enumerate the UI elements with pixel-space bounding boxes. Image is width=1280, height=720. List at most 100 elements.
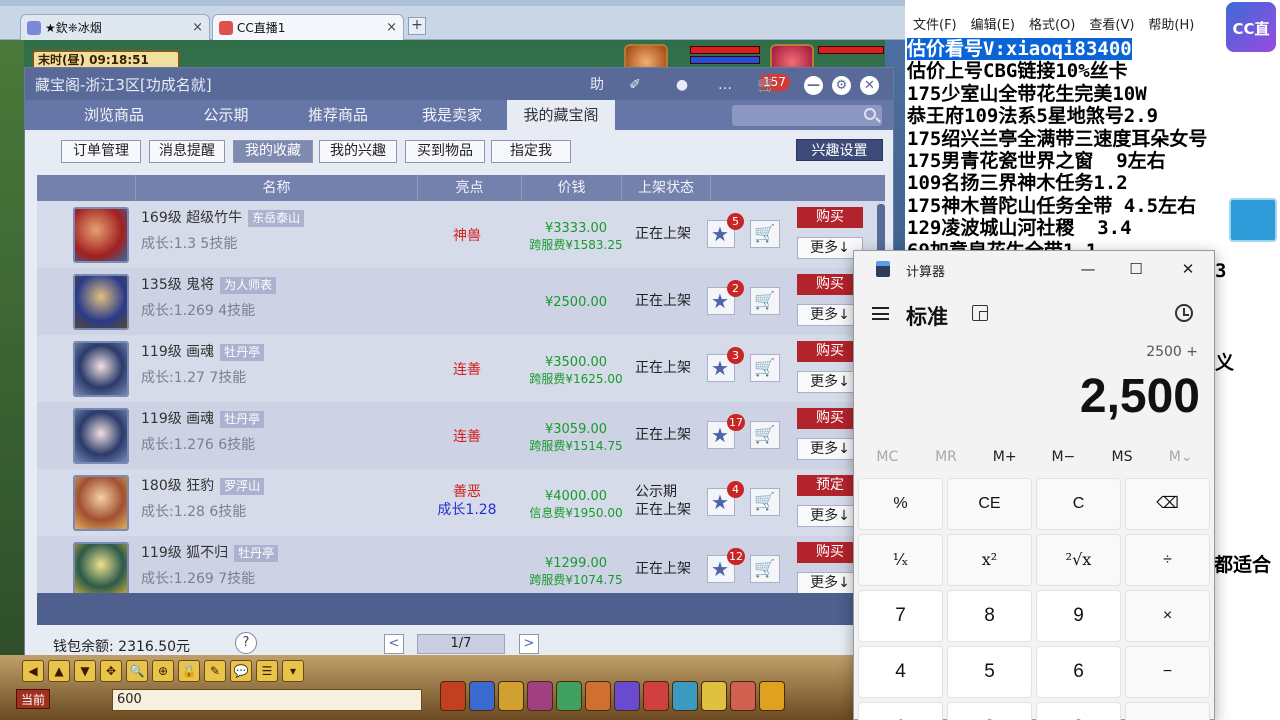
chat-input[interactable]: 600 — [112, 689, 422, 711]
prev-page-button[interactable]: < — [384, 634, 404, 654]
bag-icon[interactable] — [498, 681, 524, 711]
menu-format[interactable]: 格式(O) — [1029, 14, 1075, 36]
tab-my-cbg[interactable]: 我的藏宝阁 — [507, 100, 615, 130]
favorite-button[interactable]: ★ 2 — [707, 280, 744, 315]
favorite-button[interactable]: ★ 4 — [707, 481, 744, 516]
browser-tab-1[interactable]: ★欽❈冰烟 × — [20, 14, 210, 40]
table-row[interactable]: 180级 狂豹 罗浮山 成长:1.28 6技能 善恶 成长1.28 ¥4000.00… — [37, 469, 885, 536]
digit-1-key[interactable]: 1 — [858, 702, 943, 720]
table-row[interactable]: 169级 超级竹牛 东岳泰山 成长:1.3 5技能 神兽 ¥3333.00 跨服费¥… — [37, 201, 885, 268]
add-to-cart-icon[interactable]: 🛒 — [750, 555, 780, 583]
column-price[interactable]: 价钱 — [521, 175, 621, 201]
cart-icon[interactable]: 🛒 — [753, 75, 781, 97]
clear-entry-key[interactable]: CE — [947, 478, 1032, 530]
clear-key[interactable]: C — [1036, 478, 1121, 530]
table-row[interactable]: 119级 画魂 牡丹亭 成长:1.27 7技能 连善 ¥3500.00 跨服费¥16… — [37, 335, 885, 402]
attack-icon[interactable] — [440, 681, 466, 711]
pet-avatar[interactable] — [73, 542, 129, 593]
maximize-button[interactable]: ☐ — [1122, 257, 1150, 281]
digit-2-key[interactable]: 2 — [947, 702, 1032, 720]
pet-icon[interactable] — [527, 681, 553, 711]
subtab-bought[interactable]: 买到物品 — [405, 140, 485, 163]
add-to-cart-icon[interactable]: 🛒 — [750, 421, 780, 449]
hamburger-menu-icon[interactable] — [872, 307, 889, 320]
pet-avatar[interactable] — [73, 341, 129, 397]
keep-on-top-icon[interactable] — [972, 305, 988, 321]
edit-icon[interactable]: ✐ — [623, 75, 647, 97]
tab-public[interactable]: 公示期 — [173, 100, 279, 130]
memory-subtract-button[interactable]: M− — [1034, 449, 1093, 469]
multiply-key[interactable]: × — [1125, 590, 1210, 642]
help-button[interactable]: 助 — [585, 75, 609, 97]
down-arrow-icon[interactable]: ▼ — [74, 660, 96, 682]
team-icon[interactable] — [556, 681, 582, 711]
system-icon[interactable] — [672, 681, 698, 711]
chat-channel-button[interactable]: 当前 — [16, 689, 50, 709]
notepad-text-area[interactable]: 估价看号V:xiaoqi83400 估价上号CBG链接10%丝卡 175少室山全… — [907, 38, 1207, 262]
help-icon[interactable]: ? — [235, 632, 257, 654]
subtab-orders[interactable]: 订单管理 — [61, 140, 141, 163]
favorite-button[interactable]: ★ 3 — [707, 347, 744, 382]
reciprocal-key[interactable]: ¹⁄ₓ — [858, 534, 943, 586]
scrollbar-thumb[interactable] — [877, 204, 885, 256]
divide-key[interactable]: ÷ — [1125, 534, 1210, 586]
add-to-cart-icon[interactable]: 🛒 — [750, 354, 780, 382]
menu-edit[interactable]: 编辑(E) — [971, 14, 1015, 36]
tab-seller[interactable]: 我是卖家 — [397, 100, 507, 130]
history-icon[interactable] — [1175, 304, 1193, 322]
pet-avatar[interactable] — [73, 475, 129, 531]
item-icon[interactable] — [469, 681, 495, 711]
table-row[interactable]: 119级 画魂 牡丹亭 成长:1.276 6技能 连善 ¥3059.00 跨服费¥1… — [37, 402, 885, 469]
list-icon[interactable]: ☰ — [256, 660, 278, 682]
memory-clear-button[interactable]: MC — [858, 449, 917, 469]
left-arrow-icon[interactable]: ◀ — [22, 660, 44, 682]
close-button[interactable]: ✕ — [860, 76, 879, 95]
up-arrow-icon[interactable]: ▲ — [48, 660, 70, 682]
column-status[interactable]: 上架状态 — [621, 175, 711, 201]
column-name[interactable]: 名称 — [135, 175, 417, 201]
digit-6-key[interactable]: 6 — [1036, 646, 1121, 698]
minimize-button[interactable]: — — [1074, 257, 1102, 281]
friend-icon[interactable] — [643, 681, 669, 711]
digit-9-key[interactable]: 9 — [1036, 590, 1121, 642]
new-tab-button[interactable]: + — [408, 17, 426, 35]
menu-file[interactable]: 文件(F) — [913, 14, 957, 36]
memory-store-button[interactable]: MS — [1093, 449, 1152, 469]
next-page-button[interactable]: > — [519, 634, 539, 654]
add-to-cart-icon[interactable]: 🛒 — [750, 287, 780, 315]
activity-icon[interactable] — [701, 681, 727, 711]
subtract-key[interactable]: − — [1125, 646, 1210, 698]
brush-icon[interactable]: ✎ — [204, 660, 226, 682]
table-row[interactable]: 119级 狐不归 牡丹亭 成长:1.269 7技能 ¥1299.00 跨服费¥107… — [37, 536, 885, 593]
memory-list-button[interactable]: M⌄ — [1151, 449, 1210, 469]
subtab-favorites[interactable]: 我的收藏 — [233, 140, 313, 163]
pet-avatar[interactable] — [73, 207, 129, 263]
zoom-icon[interactable]: ⊕ — [152, 660, 174, 682]
page-indicator[interactable]: 1/7 — [417, 634, 505, 654]
buy-button[interactable]: 购买 — [797, 207, 863, 228]
record-icon[interactable]: ● — [670, 75, 694, 97]
search-icon[interactable] — [864, 108, 876, 120]
backspace-key[interactable]: ⌫ — [1125, 478, 1210, 530]
search-input[interactable] — [732, 105, 852, 126]
favorite-button[interactable]: ★ 5 — [707, 213, 744, 248]
digit-8-key[interactable]: 8 — [947, 590, 1032, 642]
pet-avatar[interactable] — [73, 274, 129, 330]
browser-tab-2[interactable]: CC直播1 × — [212, 14, 404, 40]
settings-gear-icon[interactable]: ⚙ — [832, 76, 851, 95]
digit-4-key[interactable]: 4 — [858, 646, 943, 698]
subtab-messages[interactable]: 消息提醒 — [149, 140, 225, 163]
menu-help[interactable]: 帮助(H) — [1148, 14, 1194, 36]
interest-settings-button[interactable]: 兴趣设置 — [796, 139, 883, 161]
digit-3-key[interactable]: 3 — [1036, 702, 1121, 720]
event-icon[interactable] — [730, 681, 756, 711]
digit-7-key[interactable]: 7 — [858, 590, 943, 642]
quest-icon[interactable] — [614, 681, 640, 711]
search-icon[interactable]: 🔍 — [126, 660, 148, 682]
column-highlight[interactable]: 亮点 — [417, 175, 521, 201]
memory-recall-button[interactable]: MR — [917, 449, 976, 469]
subtab-designated[interactable]: 指定我 — [491, 140, 571, 163]
table-row[interactable]: 135级 鬼将 为人师表 成长:1.269 4技能 ¥2500.00 正在上架 ★… — [37, 268, 885, 335]
digit-5-key[interactable]: 5 — [947, 646, 1032, 698]
square-root-key[interactable]: ²√x — [1036, 534, 1121, 586]
